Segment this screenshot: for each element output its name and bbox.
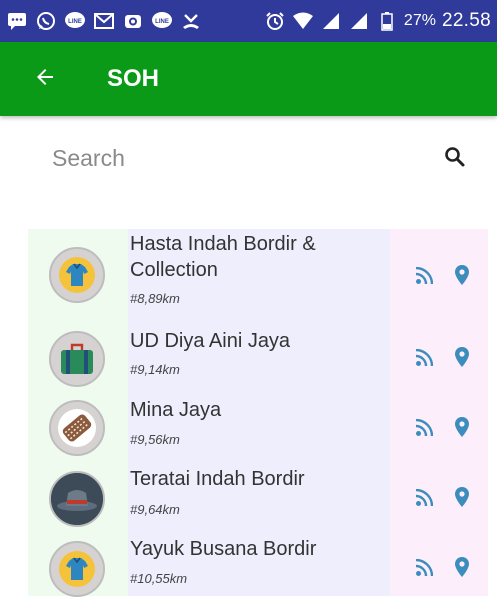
- location-pin-icon: [454, 264, 470, 291]
- page-title: SOH: [107, 65, 160, 92]
- line-icon: LINE: [64, 10, 86, 32]
- shop-distance: #8,89km: [130, 291, 180, 306]
- location-button[interactable]: [450, 264, 474, 291]
- wifi-icon: [292, 10, 314, 32]
- list-item[interactable]: Yayuk Busana Bordir #10,55km: [28, 532, 488, 597]
- notification-icons: LINE LINE: [6, 10, 202, 32]
- svg-text:LINE: LINE: [68, 19, 82, 25]
- suitcase-icon: [49, 331, 105, 387]
- signal-icon: [320, 10, 342, 32]
- shop-name: Yayuk Busana Bordir: [130, 538, 317, 560]
- rss-feed-button[interactable]: [412, 348, 436, 372]
- arrow-left-icon: [33, 65, 57, 94]
- location-button[interactable]: [450, 556, 474, 583]
- search-button[interactable]: [440, 144, 470, 174]
- search-bar: [0, 132, 497, 182]
- shirt-icon: [49, 541, 105, 597]
- shop-distance: #9,14km: [130, 362, 180, 377]
- rss-feed-icon: [415, 488, 434, 512]
- list-item[interactable]: Teratai Indah Bordir #9,64km: [28, 462, 488, 528]
- rss-feed-button[interactable]: [412, 418, 436, 442]
- svg-text:LINE: LINE: [155, 19, 169, 25]
- rss-feed-icon: [415, 418, 434, 442]
- battery-percent: 27%: [403, 12, 436, 29]
- system-status: 27% 22.58: [264, 0, 491, 42]
- signal-icon: [348, 10, 370, 32]
- rss-feed-icon: [415, 348, 434, 372]
- back-button[interactable]: [15, 42, 75, 116]
- rss-feed-icon: [415, 558, 434, 582]
- shop-name: Hasta Indah Bordir & Collection: [130, 233, 316, 281]
- alarm-icon: [264, 10, 286, 32]
- search-input[interactable]: [52, 140, 432, 176]
- shop-distance: #9,64km: [130, 502, 180, 517]
- battery-icon: [376, 10, 398, 32]
- shop-distance: #9,56km: [130, 432, 180, 447]
- fabric-icon: [49, 400, 105, 456]
- camera-icon: [122, 10, 144, 32]
- list-item[interactable]: Hasta Indah Bordir & Collection #8,89km: [28, 229, 488, 312]
- app-bar: SOH: [0, 42, 497, 116]
- location-pin-icon: [454, 416, 470, 443]
- message-icon: [6, 10, 28, 32]
- location-pin-icon: [454, 486, 470, 513]
- rss-feed-button[interactable]: [412, 266, 436, 290]
- location-button[interactable]: [450, 416, 474, 443]
- rss-feed-button[interactable]: [412, 488, 436, 512]
- location-button[interactable]: [450, 346, 474, 373]
- search-icon: [443, 145, 467, 174]
- hat-icon: [49, 471, 105, 527]
- shirt-icon: [49, 247, 105, 303]
- location-pin-icon: [454, 556, 470, 583]
- list-item[interactable]: Mina Jaya #9,56km: [28, 392, 488, 458]
- status-bar: LINE LINE 27% 22.58: [0, 0, 497, 42]
- list-item[interactable]: UD Diya Aini Jaya #9,14km: [28, 322, 488, 388]
- rss-feed-button[interactable]: [412, 558, 436, 582]
- location-pin-icon: [454, 346, 470, 373]
- line-icon: LINE: [151, 10, 173, 32]
- missed-call-icon: [180, 10, 202, 32]
- shop-list: Hasta Indah Bordir & Collection #8,89km …: [28, 229, 488, 597]
- shop-name: UD Diya Aini Jaya: [130, 330, 291, 352]
- shop-distance: #10,55km: [130, 571, 188, 586]
- rss-feed-icon: [415, 266, 434, 290]
- shop-name: Mina Jaya: [130, 399, 222, 421]
- shop-name: Teratai Indah Bordir: [130, 468, 305, 490]
- whatsapp-icon: [35, 10, 57, 32]
- clock: 22.58: [441, 10, 491, 31]
- gmail-icon: [93, 10, 115, 32]
- location-button[interactable]: [450, 486, 474, 513]
